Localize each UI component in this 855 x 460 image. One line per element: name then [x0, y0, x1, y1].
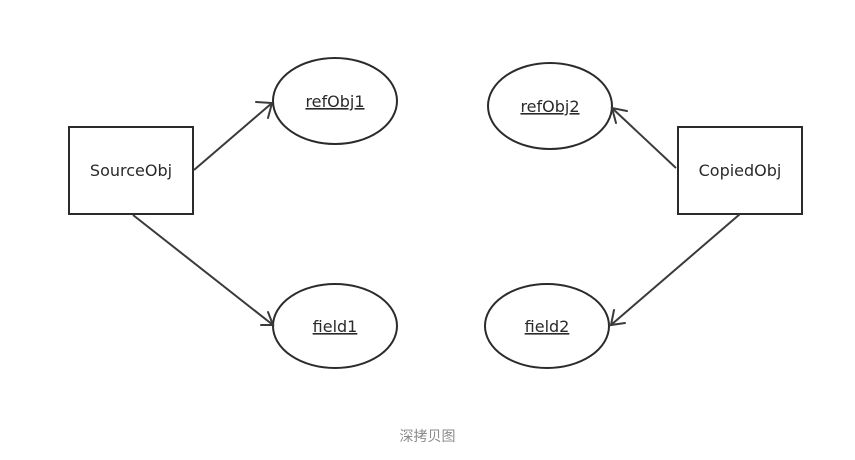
- arrow-copied-to-field2: [609, 213, 741, 327]
- field2-node: field2: [484, 283, 610, 369]
- diagram-caption: 深拷贝图: [399, 429, 456, 445]
- field2-label: field2: [525, 317, 570, 336]
- ref-obj2-label: refObj2: [520, 97, 579, 116]
- copied-obj-label: CopiedObj: [699, 161, 782, 180]
- ref-obj1-label: refObj1: [305, 92, 364, 111]
- field1-label: field1: [313, 317, 358, 336]
- arrow-source-to-refobj1: [193, 101, 274, 171]
- deep-copy-diagram: SourceObj refObj1 field1 CopiedObj refOb…: [68, 57, 803, 369]
- ref-obj2-node: refObj2: [487, 62, 613, 150]
- copied-obj-node: CopiedObj: [677, 126, 803, 215]
- source-obj-node: SourceObj: [68, 126, 194, 215]
- arrow-copied-to-refobj2: [610, 106, 677, 169]
- source-obj-label: SourceObj: [90, 161, 172, 180]
- ref-obj1-node: refObj1: [272, 57, 398, 145]
- arrow-source-to-field1: [132, 214, 275, 326]
- field1-node: field1: [272, 283, 398, 369]
